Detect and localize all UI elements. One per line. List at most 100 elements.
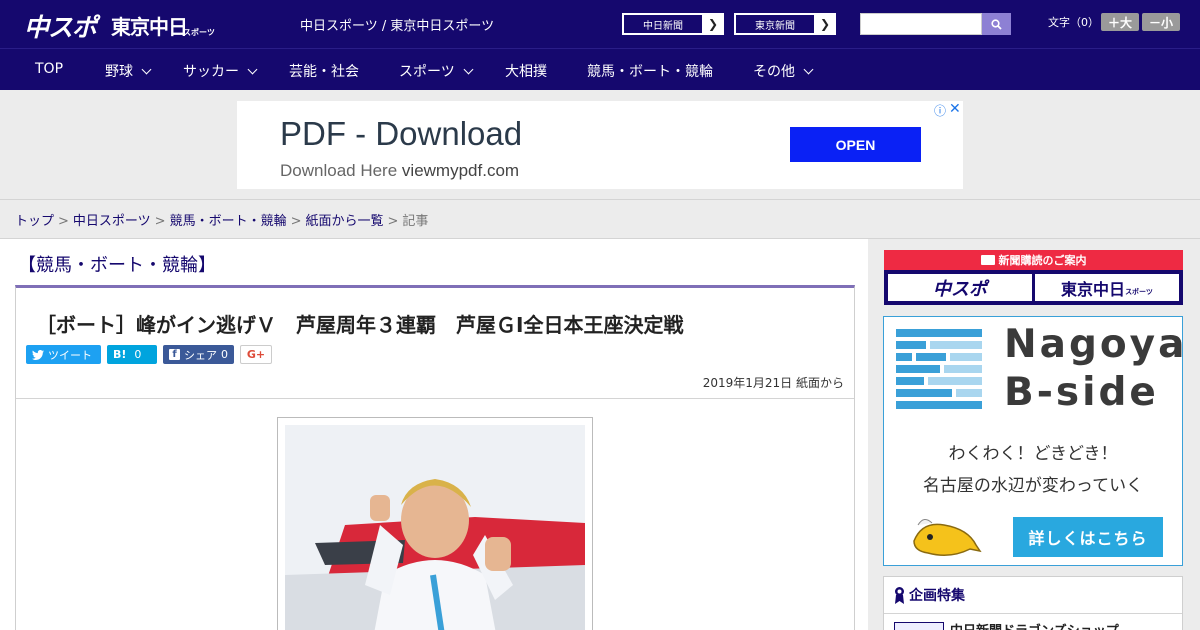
close-icon[interactable]: ✕ xyxy=(949,101,961,117)
chevron-down-icon xyxy=(141,64,152,74)
subscribe-tokyo-sub: スポーツ xyxy=(1125,287,1153,296)
search-input[interactable] xyxy=(860,13,982,35)
chevron-right-icon: ❯ xyxy=(707,17,719,31)
divider xyxy=(16,398,854,399)
nav-item-label: その他 xyxy=(753,64,795,80)
nav-item-racing[interactable]: 競馬・ボート・競輪 xyxy=(587,61,713,81)
subscribe-title: 新聞購読のご案内 xyxy=(998,254,1087,267)
article-headline: ［ボート］峰がイン逃げＶ 芦屋周年３連覇 芦屋ＧⅠ全日本王座決定戦 xyxy=(36,313,684,337)
article-date: 2019年1月21日 紙面から xyxy=(702,376,844,390)
nav-item-sumo[interactable]: 大相撲 xyxy=(505,61,547,81)
article-photo-frame[interactable] xyxy=(277,417,593,630)
ribbon-icon xyxy=(895,587,904,604)
section-title[interactable]: 【競馬・ボート・競輪】 xyxy=(18,251,216,277)
chevron-down-icon xyxy=(463,64,474,74)
feature-thumbnail[interactable] xyxy=(894,622,944,630)
ad-sub-prefix: Download Here xyxy=(280,161,398,180)
chunichi-news-button[interactable]: 中日新聞 ❯ xyxy=(622,13,724,35)
breadcrumb-racing[interactable]: 競馬・ボート・競輪 xyxy=(170,214,287,229)
chevron-down-icon xyxy=(803,64,814,74)
breadcrumb-separator: > xyxy=(58,214,69,229)
breadcrumb: トップ > 中日スポーツ > 競馬・ボート・競輪 > 紙面から一覧 > 記事 xyxy=(15,210,428,229)
hatena-bookmark-button[interactable]: B! 0 xyxy=(107,345,157,364)
feature-title-label: 企画特集 xyxy=(909,588,965,604)
chuspo-logo[interactable]: 中スポ xyxy=(24,8,97,44)
bside-catch-1: わくわく！どきどき！ xyxy=(948,444,1118,464)
search-icon xyxy=(991,18,1002,30)
nav-item-soccer[interactable]: サッカー xyxy=(183,61,258,81)
feature-box: 企画特集 中日新聞ドラゴンズショップ xyxy=(883,576,1183,630)
nav-item-label: TOP xyxy=(35,61,64,77)
subscribe-chuspo[interactable]: 中スポ xyxy=(888,274,1032,301)
article-photo xyxy=(285,425,585,630)
nav-item-label: 芸能・社会 xyxy=(289,64,359,80)
main-content: 【競馬・ボート・競輪】 ［ボート］峰がイン逃げＶ 芦屋周年３連覇 芦屋ＧⅠ全日本… xyxy=(0,239,868,630)
feature-item-dragons-shop[interactable]: 中日新聞ドラゴンズショップ xyxy=(950,620,1119,630)
bside-title: Nagoya B-side xyxy=(1004,321,1187,417)
nav-item-entertainment[interactable]: 芸能・社会 xyxy=(289,61,359,81)
ad-banner[interactable]: PDF - Download Download Here viewmypdf.c… xyxy=(237,101,963,189)
font-size-label: 文字（0） xyxy=(1048,16,1099,29)
chunichi-news-label: 中日新聞 xyxy=(623,14,703,34)
hatena-label: B! xyxy=(113,348,127,361)
newspaper-icon xyxy=(980,255,995,265)
bside-details-button[interactable]: 詳しくはこちら xyxy=(1013,517,1163,557)
subscribe-tokyo-label: 東京中日 xyxy=(1061,279,1126,299)
search-button[interactable] xyxy=(982,13,1011,35)
info-icon[interactable]: ⓘ xyxy=(934,102,946,119)
nav-item-top[interactable]: TOP xyxy=(35,61,63,77)
chevron-right-icon: ❯ xyxy=(819,17,831,31)
bside-line2: B-side xyxy=(1004,370,1159,415)
main-nav: TOP 野球 サッカー 芸能・社会 スポーツ 大相撲 競馬・ボート・競輪 その他 xyxy=(0,48,1200,90)
facebook-share-button[interactable]: f シェア 0 xyxy=(163,345,234,364)
google-plus-button[interactable]: G+ xyxy=(240,345,272,364)
feature-title: 企画特集 xyxy=(894,585,965,605)
nav-item-baseball[interactable]: 野球 xyxy=(105,61,152,81)
facebook-label: シェア xyxy=(184,348,217,362)
tokyo-news-label: 東京新聞 xyxy=(735,14,815,34)
nav-item-label: サッカー xyxy=(183,64,239,80)
ad-sub-domain: viewmypdf.com xyxy=(401,161,520,180)
breadcrumb-separator: > xyxy=(290,214,302,229)
breadcrumb-top[interactable]: トップ xyxy=(15,214,54,229)
breadcrumb-paper-list[interactable]: 紙面から一覧 xyxy=(306,214,384,229)
nav-item-other[interactable]: その他 xyxy=(753,61,814,81)
subscribe-header: 新聞購読のご案内 xyxy=(884,250,1183,270)
ad-subtitle: Download Here viewmypdf.com xyxy=(280,161,519,181)
shrimp-mascot-icon xyxy=(913,519,982,556)
breadcrumb-separator: > xyxy=(387,214,399,229)
breadcrumb-chunichi-sports[interactable]: 中日スポーツ xyxy=(73,214,151,229)
tokyo-chunichi-logo[interactable]: 東京中日 xyxy=(111,11,188,40)
font-bigger-button[interactable]: ＋大 xyxy=(1101,13,1139,31)
tweet-label: ツイート xyxy=(48,348,92,362)
nav-item-label: 野球 xyxy=(105,64,133,80)
site-title: 中日スポーツ / 東京中日スポーツ xyxy=(300,19,495,34)
tweet-button[interactable]: ツイート xyxy=(26,345,101,364)
breadcrumb-current: 記事 xyxy=(402,214,429,229)
subscribe-banner[interactable]: 新聞購読のご案内 中スポ 東京中日 スポーツ xyxy=(884,250,1183,305)
nagoya-bside-banner[interactable]: Nagoya B-side わくわく！どきどき！ 名古屋の水辺が変わっていく 詳し… xyxy=(883,316,1184,566)
ad-title[interactable]: PDF - Download xyxy=(280,115,522,153)
divider xyxy=(884,613,1182,614)
subscribe-tokyo-chunichi[interactable]: 東京中日 スポーツ xyxy=(1035,274,1179,301)
bside-line1: Nagoya xyxy=(1004,322,1188,367)
nav-item-label: 大相撲 xyxy=(505,64,547,80)
chevron-down-icon xyxy=(247,64,258,74)
ad-open-button[interactable]: OPEN xyxy=(790,127,921,162)
hatena-count: 0 xyxy=(134,348,142,361)
facebook-icon: f xyxy=(169,349,180,360)
tokyo-chunichi-logo-sub: スポーツ xyxy=(183,28,215,37)
racer-photo-image xyxy=(285,425,585,630)
header-bar: 中スポ 東京中日 スポーツ 中日スポーツ / 東京中日スポーツ 中日新聞 ❯ 東… xyxy=(0,0,1200,48)
breadcrumb-separator: > xyxy=(154,214,166,229)
divider xyxy=(0,199,1200,200)
nav-item-label: 競馬・ボート・競輪 xyxy=(587,64,713,80)
nav-item-sports[interactable]: スポーツ xyxy=(399,61,474,81)
twitter-icon xyxy=(32,349,44,360)
facebook-count: 0 xyxy=(221,348,228,361)
article-card: ［ボート］峰がイン逃げＶ 芦屋周年３連覇 芦屋ＧⅠ全日本王座決定戦 ツイート B… xyxy=(15,285,855,630)
bside-logo-icon xyxy=(896,329,982,409)
font-smaller-button[interactable]: －小 xyxy=(1142,13,1180,31)
nav-item-label: スポーツ xyxy=(399,64,455,80)
tokyo-news-button[interactable]: 東京新聞 ❯ xyxy=(734,13,836,35)
